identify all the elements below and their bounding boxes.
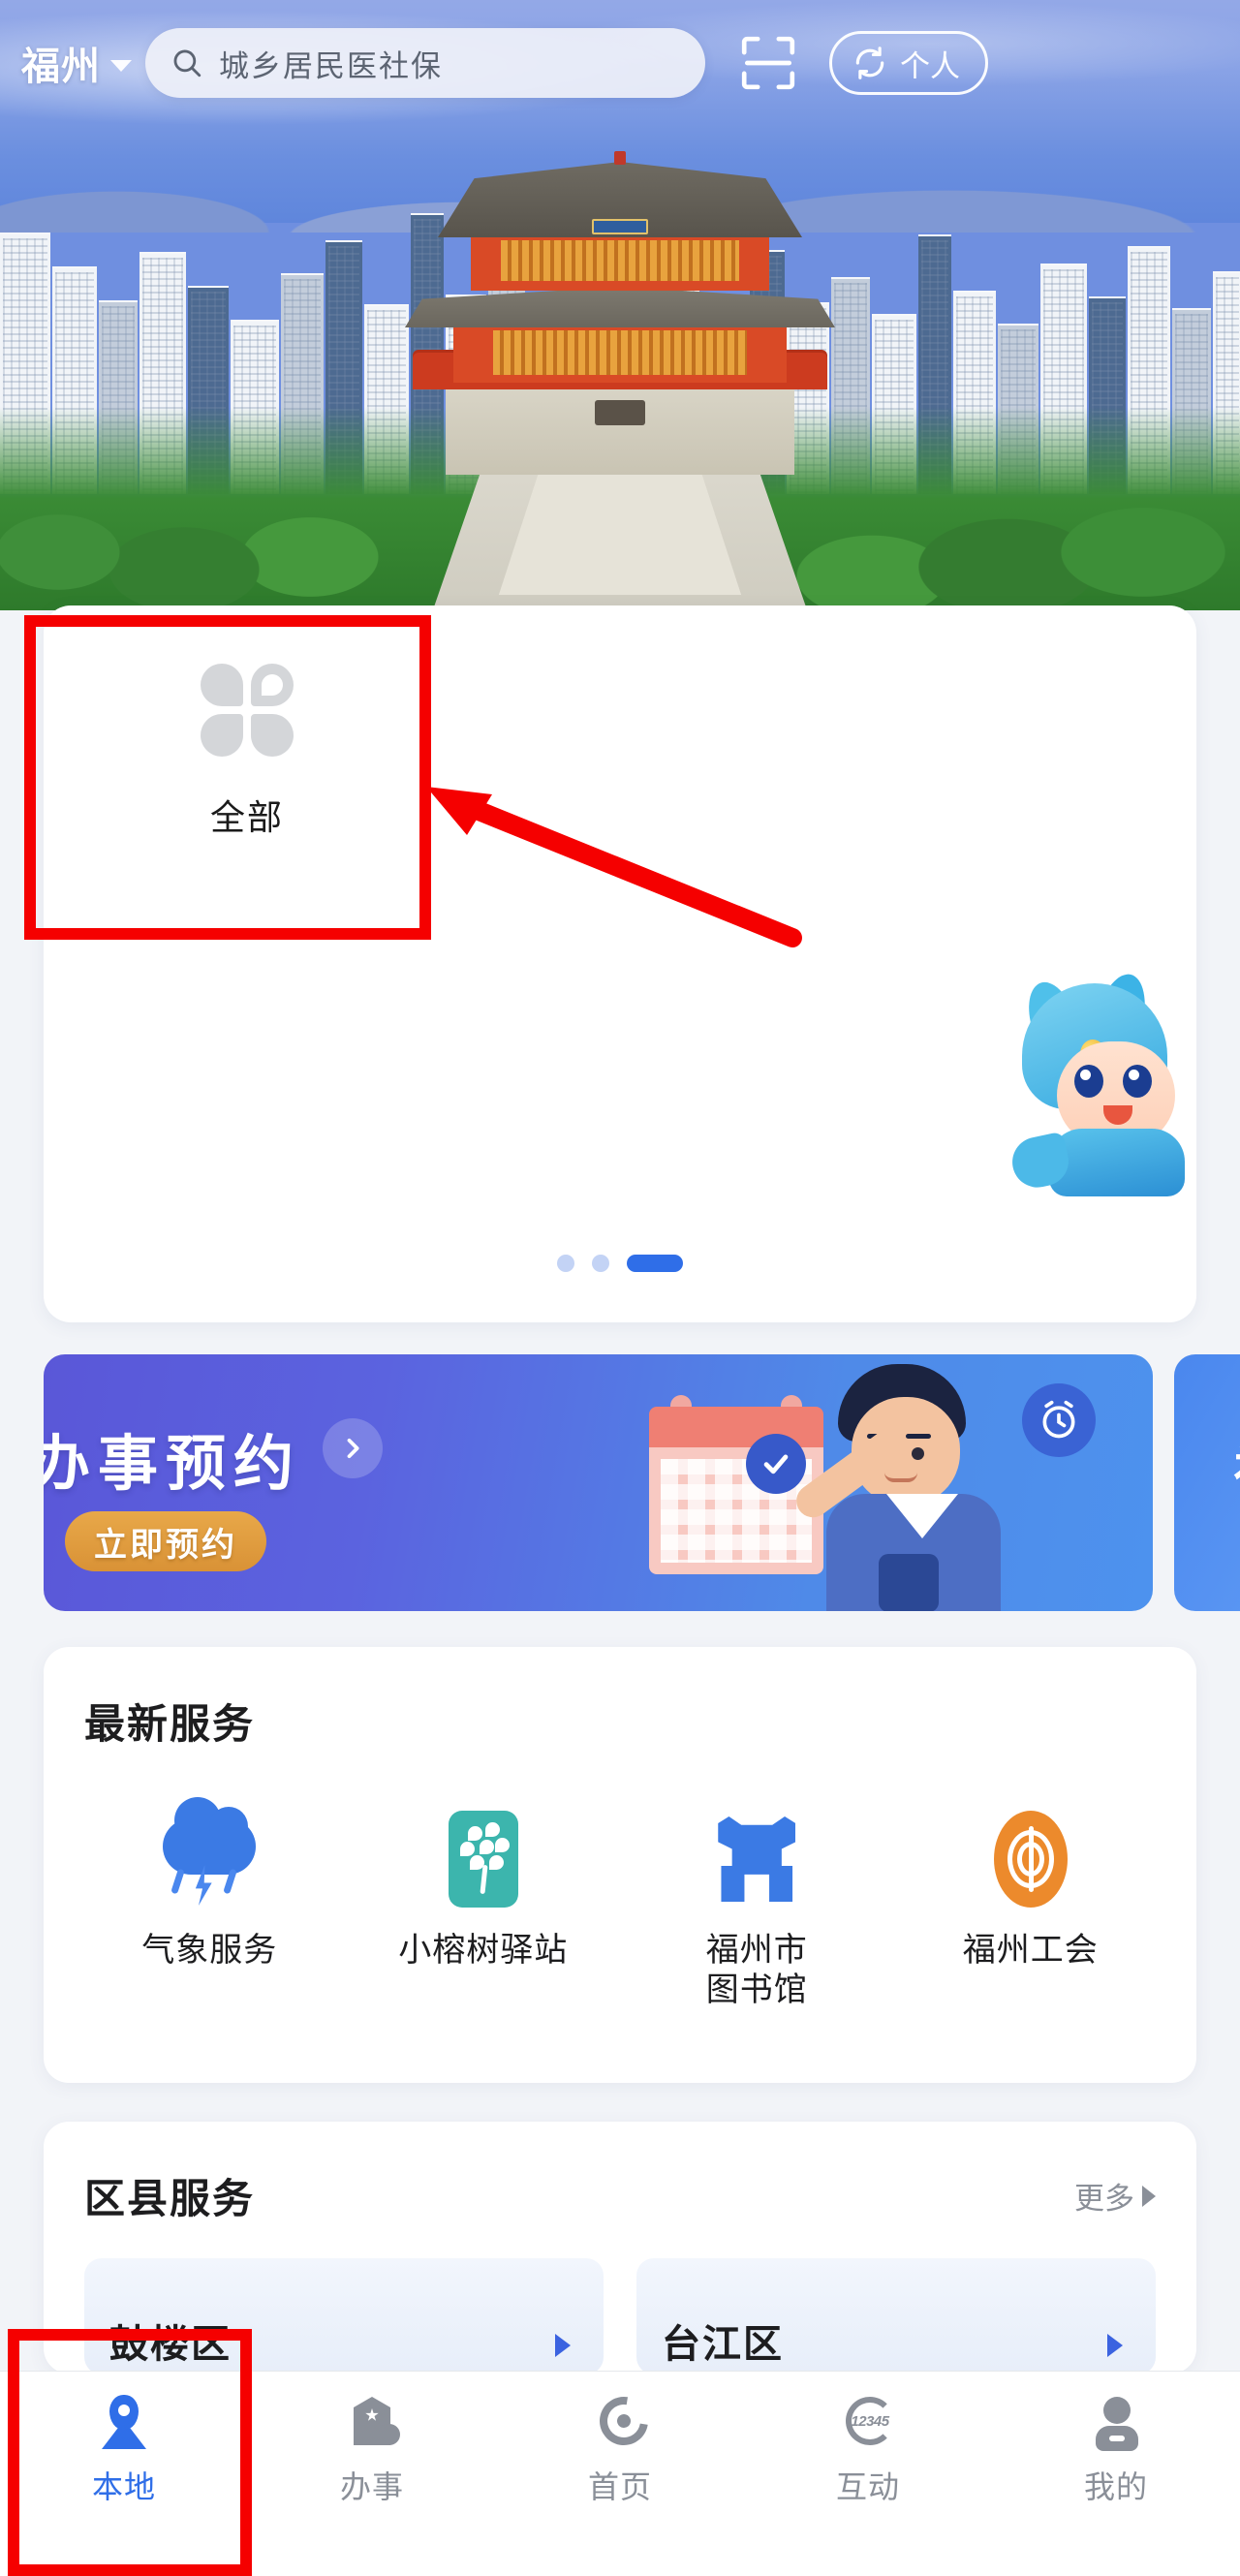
small-banyan-tree-station-icon (433, 1809, 534, 1909)
chevron-right-icon (1142, 2185, 1156, 2207)
search-value: 城乡居民医社保 (219, 48, 443, 83)
calendar-illustration (649, 1395, 823, 1574)
search-input[interactable]: 城乡居民医社保 (145, 28, 705, 98)
alarm-clock-icon (1022, 1383, 1096, 1457)
tab-home[interactable]: 首页 (496, 2387, 744, 2507)
book-now-button[interactable]: 立即预约 (65, 1511, 266, 1571)
latest-services-header: 最新服务 (44, 1647, 1196, 1751)
hotline-12345-icon: 12345 (840, 2395, 896, 2451)
service-banyan-station[interactable]: 小榕树驿站 (347, 1809, 621, 2011)
tab-interaction[interactable]: 12345 互动 (744, 2395, 992, 2507)
service-label: 福州工会 (962, 1932, 1099, 1969)
switch-account-icon (855, 47, 884, 79)
pagination-dot-2[interactable] (592, 1255, 609, 1272)
latest-services-card: 最新服务 气象服务 小榕树驿站 福州市 图书馆 福州工会 (44, 1647, 1196, 2083)
service-library[interactable]: 福州市 图书馆 (620, 1809, 894, 2011)
building-plaque (592, 219, 648, 234)
person-illustration (790, 1364, 1017, 1611)
carousel-pagination[interactable] (44, 1255, 1196, 1272)
section-title: 区县服务 (84, 2176, 256, 2221)
home-swirl-icon (590, 2387, 658, 2455)
quick-item-label: 全部 (209, 797, 284, 837)
district-card[interactable]: 鼓楼区 (84, 2258, 604, 2374)
district-label: 台江区 (662, 2323, 784, 2366)
district-card[interactable]: 台江区 (636, 2258, 1156, 2374)
banner-carousel[interactable]: 办事预约 立即预约 (0, 1354, 1240, 1611)
city-name: 福州 (21, 46, 101, 88)
next-banner-peek[interactable]: 福 (1174, 1354, 1240, 1611)
chevron-right-icon (555, 2334, 571, 2357)
district-services-header: 区县服务 更多 (44, 2122, 1196, 2225)
weather-cloud-lightning-icon (159, 1797, 260, 1909)
tab-label: 首页 (587, 2469, 652, 2504)
quick-services-card: 全部 (44, 605, 1196, 1322)
book-now-label: 立即预约 (94, 1526, 237, 1564)
user-person-icon (1088, 2395, 1144, 2451)
district-more-button[interactable]: 更多 (1074, 2174, 1156, 2218)
latest-services-row: 气象服务 小榕树驿站 福州市 图书馆 福州工会 (44, 1751, 1196, 2011)
tab-local[interactable]: 本地 (0, 2395, 248, 2507)
scan-qr-icon[interactable] (738, 33, 798, 93)
pagination-dot-3-active[interactable] (627, 1255, 683, 1272)
service-label: 福州市 图书馆 (705, 1932, 808, 2009)
appointment-banner[interactable]: 办事预约 立即预约 (44, 1354, 1153, 1611)
fuzhou-library-gate-icon (706, 1809, 807, 1909)
service-label: 气象服务 (141, 1932, 278, 1969)
tab-mine[interactable]: 我的 (992, 2395, 1240, 2507)
section-title: 最新服务 (84, 1701, 256, 1747)
next-banner-text: 福 (1234, 1430, 1240, 1503)
tab-services[interactable]: 办事 (248, 2395, 496, 2507)
district-row: 鼓楼区 台江区 (44, 2225, 1196, 2374)
mascot-illustration (999, 969, 1193, 1196)
clover-grid-icon (201, 664, 294, 757)
pagination-dot-1[interactable] (557, 1255, 574, 1272)
service-weather[interactable]: 气象服务 (73, 1797, 347, 2011)
more-label: 更多 (1074, 2182, 1134, 2216)
search-icon (173, 49, 202, 78)
switch-account-button[interactable]: 个人 (829, 31, 988, 95)
location-pin-icon (96, 2395, 152, 2451)
district-label: 鼓楼区 (109, 2323, 232, 2366)
hotline-number: 12345 (851, 2412, 889, 2430)
top-bar: 福州 城乡居民医社保 个人 (0, 0, 1240, 126)
service-label: 小榕树驿站 (398, 1932, 569, 1969)
chevron-right-icon (347, 1438, 359, 1459)
government-building-icon (344, 2395, 400, 2451)
quick-item-all[interactable]: 全部 (160, 664, 334, 840)
chevron-down-icon (110, 60, 132, 72)
fuzhou-union-icon (980, 1809, 1081, 1909)
bottom-tab-bar: 本地 办事 首页 12345 互动 我的 (0, 2371, 1240, 2576)
switch-account-label: 个人 (900, 48, 960, 83)
banner-title: 办事预约 (44, 1431, 302, 1498)
tab-label: 我的 (1083, 2469, 1148, 2504)
tab-label: 办事 (339, 2469, 404, 2504)
banner-arrow-button[interactable] (323, 1418, 383, 1478)
district-services-card: 区县服务 更多 鼓楼区 台江区 (44, 2122, 1196, 2374)
service-union[interactable]: 福州工会 (894, 1809, 1168, 2011)
check-icon (746, 1434, 806, 1494)
city-selector[interactable]: 福州 (21, 35, 132, 91)
chevron-right-icon (1107, 2334, 1123, 2357)
tab-label: 本地 (91, 2469, 156, 2504)
tab-label: 互动 (835, 2469, 900, 2504)
